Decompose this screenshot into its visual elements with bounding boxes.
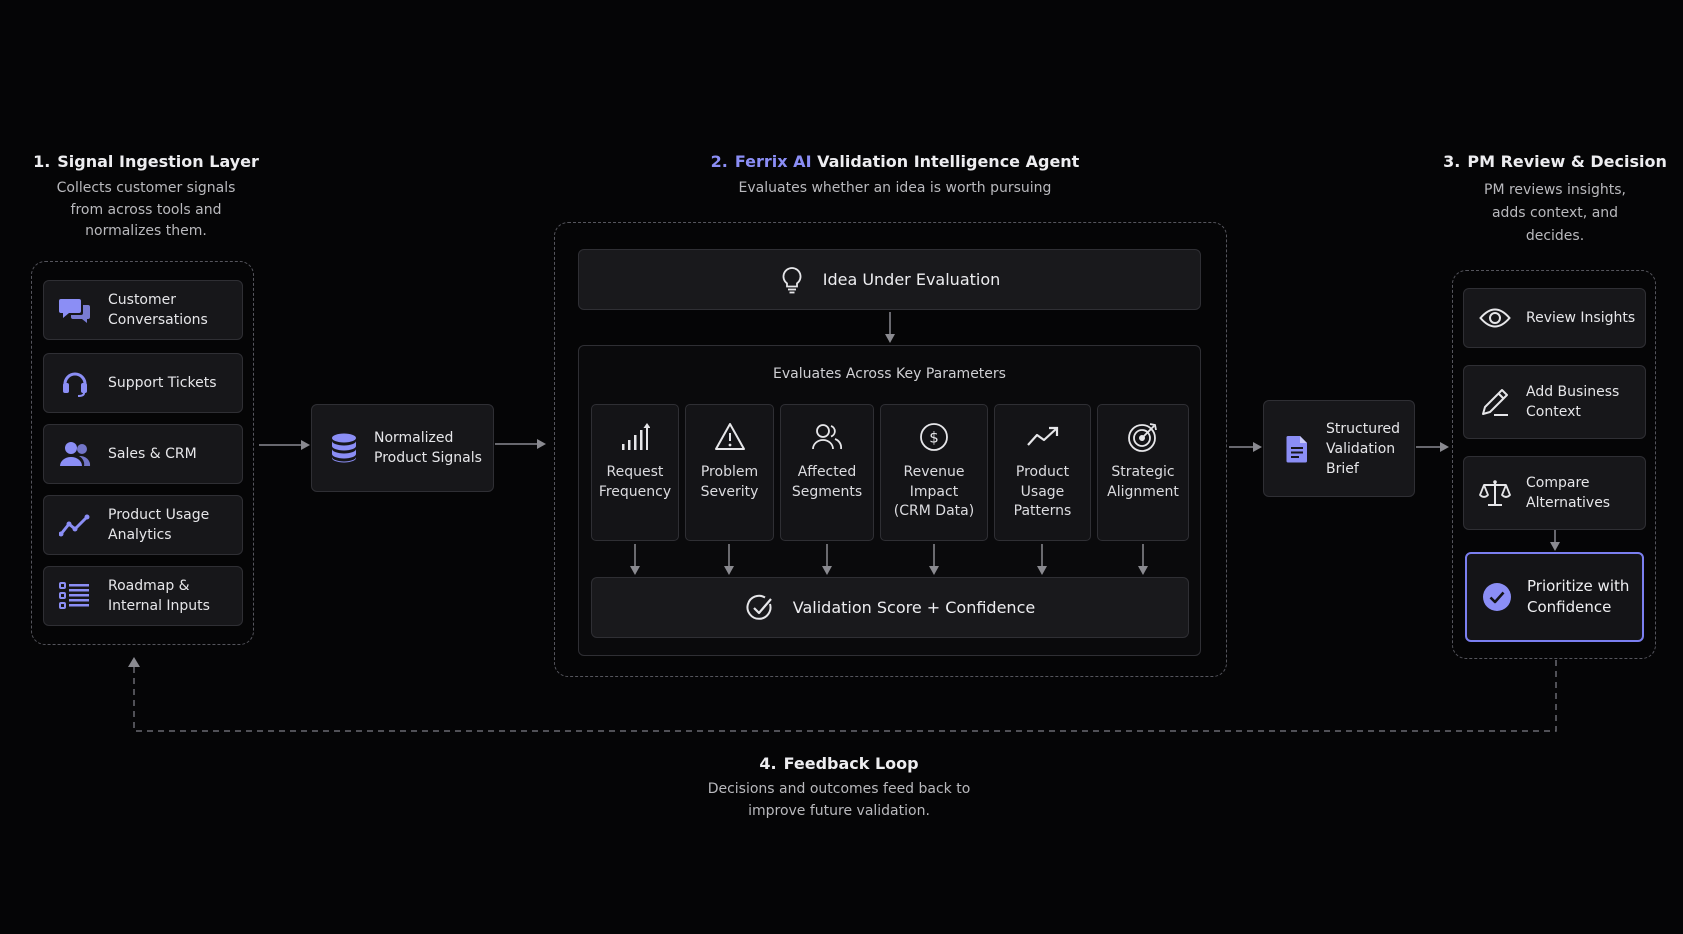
feedback-title-text: Feedback Loop — [783, 754, 919, 773]
feedback-description: Decisions and outcomes feed back to impr… — [600, 779, 1078, 822]
feedback-title: 4. Feedback Loop — [600, 754, 1078, 773]
feedback-desc-line: improve future validation. — [748, 802, 930, 819]
feedback-desc-line: Decisions and outcomes feed back to — [707, 781, 971, 797]
feedback-number: 4. — [759, 754, 777, 773]
